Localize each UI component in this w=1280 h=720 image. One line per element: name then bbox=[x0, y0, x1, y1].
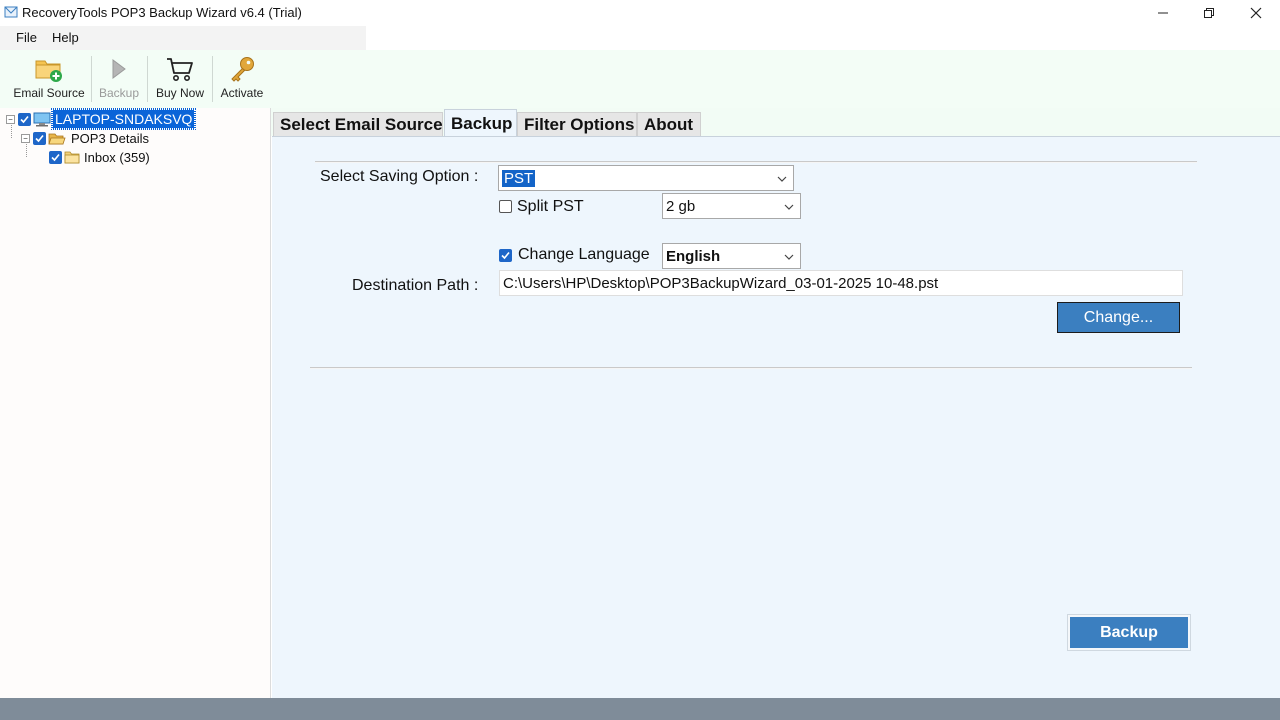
status-bar bbox=[0, 698, 1280, 720]
buy-now-label: Buy Now bbox=[155, 86, 205, 100]
menu-file[interactable]: File bbox=[13, 30, 40, 45]
folder-tree-panel: − LAPTOP-SNDAKSVQ − POP3 Details Inbox ( bbox=[0, 108, 271, 698]
computer-icon bbox=[33, 112, 51, 126]
change-path-button[interactable]: Change... bbox=[1057, 302, 1180, 333]
chevron-down-icon bbox=[777, 176, 787, 182]
toolbar-separator bbox=[212, 56, 213, 102]
destination-path-field[interactable]: C:\Users\HP\Desktop\POP3BackupWizard_03-… bbox=[499, 270, 1183, 296]
tab-bar: Select Email Source Backup Filter Option… bbox=[271, 108, 1280, 137]
play-icon bbox=[112, 59, 126, 79]
window-title: RecoveryTools POP3 Backup Wizard v6.4 (T… bbox=[22, 5, 302, 20]
email-source-button[interactable]: Email Source bbox=[10, 52, 88, 106]
collapse-icon[interactable]: − bbox=[6, 114, 15, 124]
menu-bar: File Help bbox=[0, 26, 366, 50]
chevron-down-icon bbox=[784, 204, 794, 210]
activate-button[interactable]: Activate bbox=[216, 52, 268, 106]
saving-option-value: PST bbox=[502, 170, 536, 187]
language-value: English bbox=[666, 248, 721, 265]
menu-help[interactable]: Help bbox=[49, 30, 82, 45]
collapse-icon[interactable]: − bbox=[21, 133, 30, 143]
split-pst-checkbox[interactable] bbox=[499, 200, 512, 213]
activate-label: Activate bbox=[220, 86, 264, 100]
app-icon bbox=[4, 6, 18, 18]
toolbar-separator bbox=[91, 56, 92, 102]
backup-button-frame: Backup bbox=[1067, 614, 1191, 651]
language-select[interactable]: English bbox=[662, 243, 801, 269]
tab-backup[interactable]: Backup bbox=[444, 109, 517, 137]
backup-button[interactable]: Backup bbox=[1070, 617, 1188, 648]
split-size-value: 2 gb bbox=[666, 198, 696, 215]
split-pst-label: Split PST bbox=[517, 198, 584, 215]
minimize-button[interactable] bbox=[1140, 0, 1186, 26]
email-source-label: Email Source bbox=[13, 86, 85, 100]
change-language-checkbox[interactable] bbox=[499, 249, 512, 262]
saving-option-select[interactable]: PST bbox=[498, 165, 794, 191]
split-size-select[interactable]: 2 gb bbox=[662, 193, 801, 219]
chevron-down-icon bbox=[784, 254, 794, 260]
toolbar-backup-label: Backup bbox=[98, 86, 140, 100]
tree-label-pop3-details: POP3 Details bbox=[71, 130, 150, 146]
folder-icon bbox=[64, 151, 80, 164]
close-icon bbox=[1250, 7, 1262, 19]
tab-filter-options[interactable]: Filter Options bbox=[517, 112, 637, 136]
destination-path-value: C:\Users\HP\Desktop\POP3BackupWizard_03-… bbox=[503, 275, 939, 292]
tree-node-computer[interactable]: − LAPTOP-SNDAKSVQ bbox=[6, 108, 197, 130]
checkbox-checked-icon[interactable] bbox=[49, 150, 62, 164]
checkbox-checked-icon[interactable] bbox=[18, 112, 31, 126]
tree-label-inbox: Inbox (359) bbox=[84, 149, 150, 165]
checkbox-checked-icon[interactable] bbox=[33, 131, 46, 145]
toolbar-backup-button[interactable]: Backup bbox=[94, 52, 144, 106]
backup-tab-panel: Select Saving Option : PST Split PST 2 g… bbox=[272, 136, 1280, 698]
toolbar: Email Source Backup Buy Now Activate bbox=[0, 50, 1280, 108]
tree-node-pop3-details[interactable]: − POP3 Details bbox=[21, 129, 151, 147]
key-icon bbox=[231, 57, 254, 82]
restore-button[interactable] bbox=[1186, 0, 1232, 26]
restore-icon bbox=[1204, 8, 1214, 18]
toolbar-separator bbox=[147, 56, 148, 102]
cart-icon bbox=[167, 58, 193, 81]
destination-path-label: Destination Path : bbox=[352, 277, 479, 294]
minimize-icon bbox=[1158, 12, 1168, 14]
tab-about[interactable]: About bbox=[637, 112, 701, 136]
saving-option-label: Select Saving Option : bbox=[320, 168, 479, 185]
checkmark-icon bbox=[501, 251, 510, 260]
folder-add-icon bbox=[35, 60, 62, 82]
title-bar: RecoveryTools POP3 Backup Wizard v6.4 (T… bbox=[0, 0, 1280, 26]
tab-select-email-source[interactable]: Select Email Source bbox=[273, 112, 443, 136]
divider bbox=[315, 161, 1197, 163]
open-folder-icon bbox=[48, 133, 66, 144]
change-language-label: Change Language bbox=[518, 246, 650, 263]
menu-bar-filler bbox=[366, 26, 1280, 50]
divider bbox=[310, 367, 1192, 369]
tree-node-inbox[interactable]: Inbox (359) bbox=[49, 148, 152, 166]
tree-label-computer: LAPTOP-SNDAKSVQ bbox=[50, 108, 197, 130]
buy-now-button[interactable]: Buy Now bbox=[151, 52, 209, 106]
close-button[interactable] bbox=[1233, 0, 1279, 26]
